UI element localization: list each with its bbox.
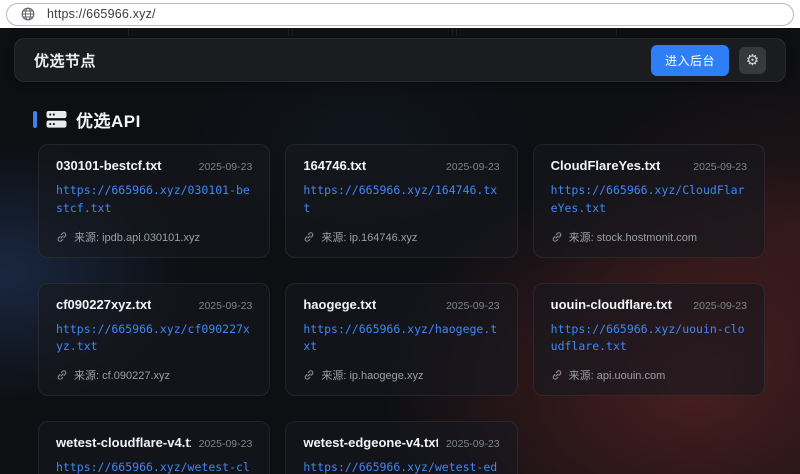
api-card: wetest-edgeone-v4.txt 2025-09-23 https:/… [285,421,517,474]
card-source: 来源: ip.haogege.xyz [321,367,423,383]
gear-icon: ⚙ [746,53,759,68]
card-url-link[interactable]: https://665966.xyz/164746.txt [303,182,499,218]
browser-address-strip: https://665966.xyz/ [0,0,800,28]
card-source: 来源: ip.164746.xyz [321,229,417,245]
page-header: 优选节点 进入后台 ⚙ [14,38,786,82]
accent-bar [33,111,37,128]
address-bar[interactable]: https://665966.xyz/ [6,3,794,26]
card-filename: uouin-cloudflare.txt [551,297,672,312]
api-card: CloudFlareYes.txt 2025-09-23 https://665… [533,144,765,258]
section-heading: 优选API [33,107,141,132]
card-filename: cf090227xyz.txt [56,297,151,312]
card-source: 来源: stock.hostmonit.com [569,229,697,245]
api-card-grid: 030101-bestcf.txt 2025-09-23 https://665… [38,144,765,474]
page-viewport: 优选节点 进入后台 ⚙ 优选API 030101-bestcf.txt 2025… [0,28,800,474]
link-icon [303,231,315,243]
server-stack-icon [46,110,67,129]
partial-box [292,28,453,36]
link-icon [551,231,563,243]
address-url[interactable]: https://665966.xyz/ [47,7,156,21]
card-filename: 164746.txt [303,158,366,173]
api-card: cf090227xyz.txt 2025-09-23 https://66596… [38,283,270,397]
card-url-link[interactable]: https://665966.xyz/030101-bestcf.txt [56,182,252,218]
card-date: 2025-09-23 [446,161,500,173]
card-url-link[interactable]: https://665966.xyz/cf090227xyz.txt [56,321,252,357]
card-date: 2025-09-23 [199,161,253,173]
card-filename: wetest-cloudflare-v4.txt [56,435,191,450]
partial-box [128,28,289,36]
card-source: 来源: api.uouin.com [569,367,666,383]
card-date: 2025-09-23 [693,161,747,173]
card-date: 2025-09-23 [199,438,253,450]
link-icon [303,369,315,381]
settings-button[interactable]: ⚙ [739,47,766,74]
card-filename: haogege.txt [303,297,376,312]
card-date: 2025-09-23 [199,300,253,312]
card-url-link[interactable]: https://665966.xyz/wetest-edgeone-v4.txt [303,459,499,474]
section-title: 优选API [76,107,141,132]
card-date: 2025-09-23 [446,438,500,450]
card-filename: wetest-edgeone-v4.txt [303,435,438,450]
api-card: wetest-cloudflare-v4.txt 2025-09-23 http… [38,421,270,474]
card-source: 来源: ipdb.api.030101.xyz [74,229,200,245]
card-source: 来源: cf.090227.xyz [74,367,170,383]
api-card: uouin-cloudflare.txt 2025-09-23 https://… [533,283,765,397]
link-icon [551,369,563,381]
partial-elements-top [0,28,800,36]
link-icon [56,231,68,243]
card-date: 2025-09-23 [446,300,500,312]
card-url-link[interactable]: https://665966.xyz/wetest-cloudflare-v4.… [56,459,252,474]
api-card: 164746.txt 2025-09-23 https://665966.xyz… [285,144,517,258]
globe-icon [21,7,35,21]
partial-box [456,28,617,36]
page-title: 优选节点 [34,50,96,71]
api-card: 030101-bestcf.txt 2025-09-23 https://665… [38,144,270,258]
card-url-link[interactable]: https://665966.xyz/CloudFlareYes.txt [551,182,747,218]
card-date: 2025-09-23 [693,300,747,312]
card-filename: 030101-bestcf.txt [56,158,162,173]
card-url-link[interactable]: https://665966.xyz/uouin-cloudflare.txt [551,321,747,357]
card-filename: CloudFlareYes.txt [551,158,661,173]
enter-admin-button[interactable]: 进入后台 [651,45,729,76]
link-icon [56,369,68,381]
api-card: haogege.txt 2025-09-23 https://665966.xy… [285,283,517,397]
card-url-link[interactable]: https://665966.xyz/haogege.txt [303,321,499,357]
